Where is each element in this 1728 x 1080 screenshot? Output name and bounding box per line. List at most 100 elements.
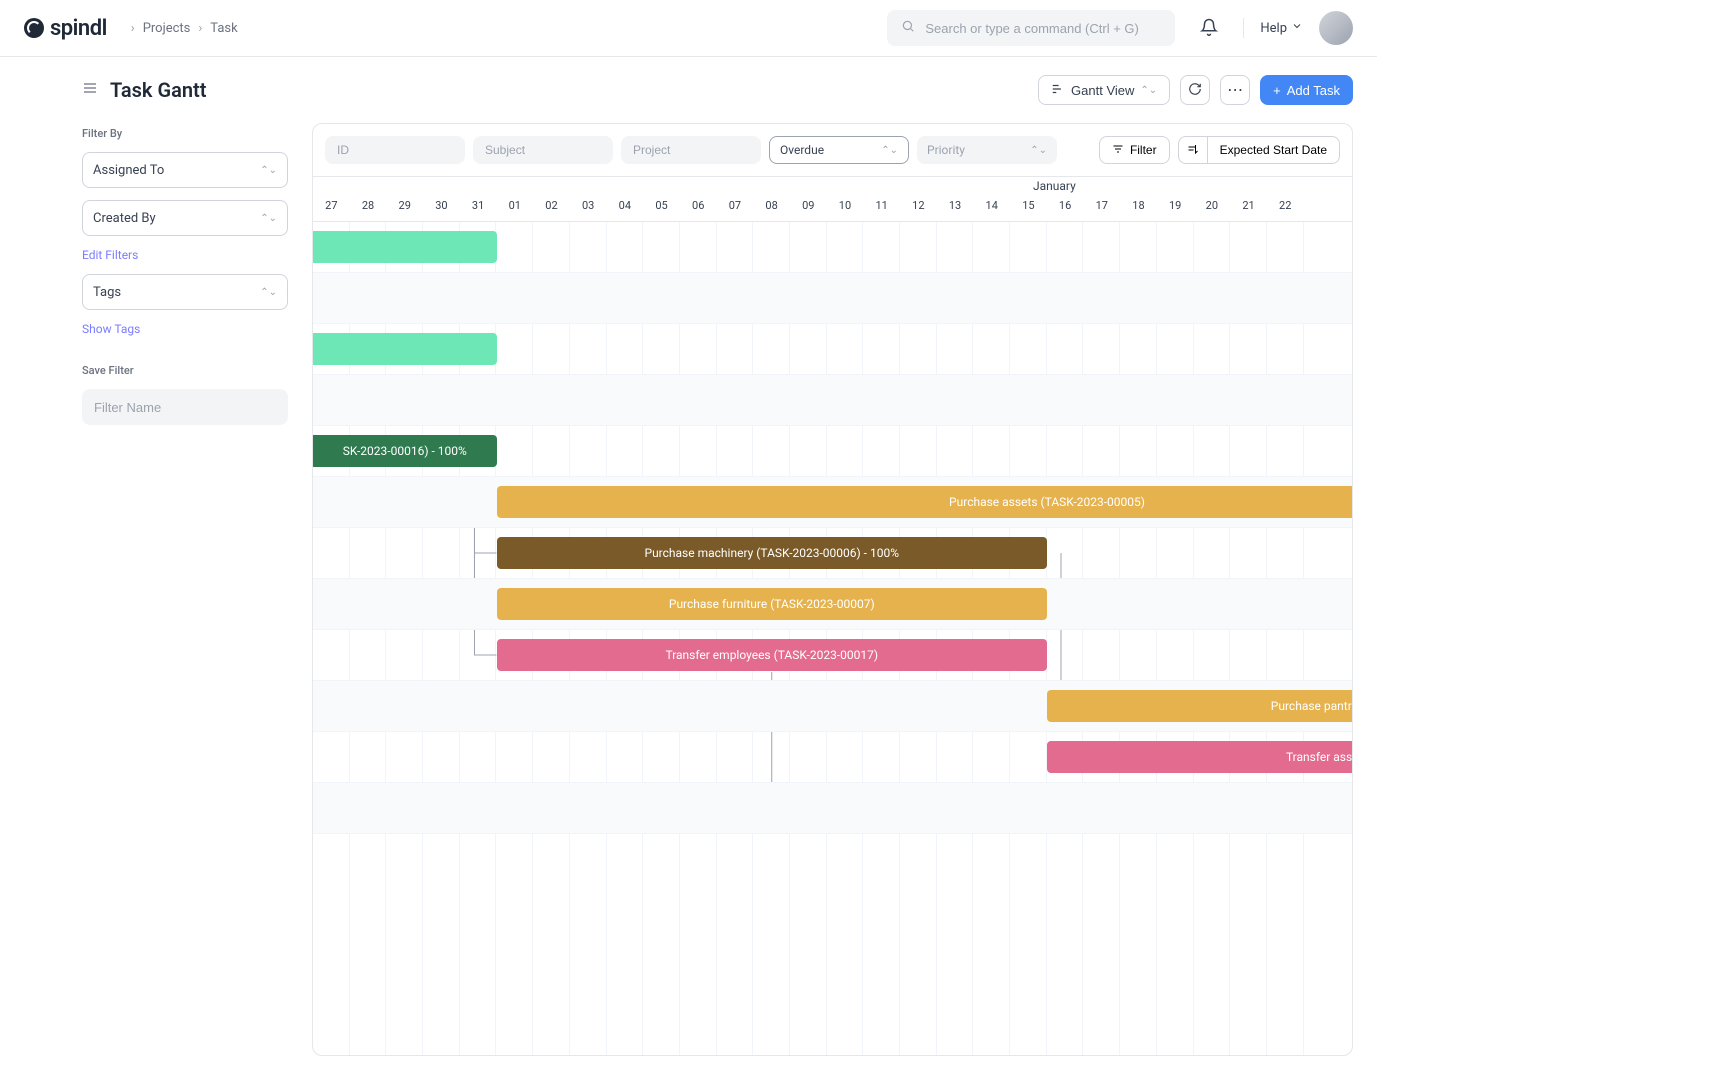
- day-header-cell: 05: [643, 199, 680, 221]
- help-menu[interactable]: Help: [1260, 20, 1303, 36]
- gantt-row: Purchase machinery (TASK-2023-00006) - 1…: [313, 528, 1352, 579]
- day-header-cell: 29: [386, 199, 423, 221]
- refresh-button[interactable]: [1180, 75, 1210, 105]
- gantt-panel: Overdue ⌃⌄ Priority ⌃⌄ Filter: [312, 123, 1353, 1056]
- add-task-label: Add Task: [1287, 83, 1340, 98]
- overdue-label: Overdue: [780, 143, 824, 157]
- gantt-bar[interactable]: Purchase assets (TASK-2023-00005): [497, 486, 1353, 518]
- assigned-to-label: Assigned To: [93, 163, 164, 178]
- day-header-cell: 16: [1047, 199, 1084, 221]
- brand-name: spindl: [50, 16, 107, 41]
- avatar[interactable]: [1319, 11, 1353, 45]
- project-filter-input[interactable]: [621, 136, 761, 164]
- bell-icon: [1200, 18, 1218, 39]
- day-header-cell: 09: [790, 199, 827, 221]
- gantt-row: SK-2023-00016) - 100%: [313, 426, 1352, 477]
- logo[interactable]: spindl: [24, 16, 107, 41]
- gantt-row: Purchase assets (TASK-2023-00005): [313, 477, 1352, 528]
- search-box[interactable]: [887, 10, 1175, 46]
- filter-sidebar: Filter By Assigned To ⌃⌄ Created By ⌃⌄ E…: [82, 123, 288, 1056]
- gantt-bar[interactable]: Transfer employees (TASK-2023-00017): [497, 639, 1048, 671]
- gantt-row: [313, 783, 1352, 834]
- day-header-cell: 04: [607, 199, 644, 221]
- gantt-row: [313, 273, 1352, 324]
- filter-by-label: Filter By: [82, 127, 288, 140]
- priority-select[interactable]: Priority ⌃⌄: [917, 136, 1057, 164]
- day-header-cell: 12: [900, 199, 937, 221]
- separator: [1243, 18, 1244, 38]
- overdue-select[interactable]: Overdue ⌃⌄: [769, 136, 909, 164]
- gantt-icon: [1051, 82, 1065, 99]
- chevron-right-icon: ›: [131, 21, 135, 36]
- breadcrumb-task[interactable]: Task: [210, 21, 237, 36]
- sort-field-label: Expected Start Date: [1220, 143, 1327, 157]
- id-filter-input[interactable]: [325, 136, 465, 164]
- toolbar: Overdue ⌃⌄ Priority ⌃⌄ Filter: [313, 124, 1352, 176]
- select-caret-icon: ⌃⌄: [260, 213, 277, 224]
- filter-icon: [1112, 143, 1124, 158]
- filter-name-input[interactable]: [82, 389, 288, 425]
- month-label: January: [1033, 179, 1076, 193]
- gantt-bar[interactable]: Purchase machinery (TASK-2023-00006) - 1…: [497, 537, 1048, 569]
- edit-filters-link[interactable]: Edit Filters: [82, 248, 288, 262]
- more-button[interactable]: [1220, 75, 1250, 105]
- day-header-cell: 28: [350, 199, 387, 221]
- gantt-bar[interactable]: Purchase furniture (TASK-2023-00007): [497, 588, 1048, 620]
- gantt-row: Purchase pantry eq: [313, 681, 1352, 732]
- search-input[interactable]: [925, 21, 1161, 36]
- gantt-header: January 27282930310102030405060708091011…: [313, 176, 1352, 222]
- day-header-cell: 22: [1267, 199, 1304, 221]
- filter-button-label: Filter: [1130, 143, 1157, 157]
- day-header-cell: 31: [460, 199, 497, 221]
- gantt-bar[interactable]: [313, 333, 497, 365]
- gantt-bar[interactable]: Purchase pantry eq: [1047, 690, 1352, 722]
- breadcrumb-projects[interactable]: Projects: [143, 21, 191, 36]
- sort-direction-button[interactable]: [1178, 136, 1207, 164]
- ellipsis-icon: [1227, 80, 1243, 100]
- show-tags-link[interactable]: Show Tags: [82, 322, 288, 336]
- breadcrumbs: › Projects › Task: [131, 21, 238, 36]
- select-caret-icon: ⌃⌄: [881, 145, 898, 156]
- created-by-label: Created By: [93, 211, 156, 226]
- chevron-down-icon: ⌃⌄: [1140, 85, 1157, 96]
- assigned-to-select[interactable]: Assigned To ⌃⌄: [82, 152, 288, 188]
- sort-field-button[interactable]: Expected Start Date: [1207, 136, 1340, 164]
- gantt-row: Transfer asse: [313, 732, 1352, 783]
- save-filter-label: Save Filter: [82, 364, 288, 377]
- add-task-button[interactable]: + Add Task: [1260, 75, 1353, 105]
- subject-filter-input[interactable]: [473, 136, 613, 164]
- day-header-cell: 10: [827, 199, 864, 221]
- tags-select[interactable]: Tags ⌃⌄: [82, 274, 288, 310]
- gantt-body[interactable]: SK-2023-00016) - 100%Purchase assets (TA…: [313, 222, 1352, 1055]
- day-header-cell: 08: [753, 199, 790, 221]
- refresh-icon: [1188, 82, 1202, 99]
- day-header-cell: 03: [570, 199, 607, 221]
- created-by-select[interactable]: Created By ⌃⌄: [82, 200, 288, 236]
- day-header-cell: 18: [1120, 199, 1157, 221]
- gantt-view-button[interactable]: Gantt View ⌃⌄: [1038, 75, 1170, 105]
- day-header-cell: 17: [1083, 199, 1120, 221]
- gantt-bar[interactable]: [313, 231, 497, 263]
- notifications-button[interactable]: [1191, 10, 1227, 46]
- gantt-bar[interactable]: SK-2023-00016) - 100%: [313, 435, 497, 467]
- filter-button[interactable]: Filter: [1099, 136, 1170, 164]
- gantt-row: [313, 375, 1352, 426]
- day-header-cell: 02: [533, 199, 570, 221]
- gantt-row: Transfer employees (TASK-2023-00017): [313, 630, 1352, 681]
- day-header-cell: 19: [1157, 199, 1194, 221]
- day-header-cell: 13: [937, 199, 974, 221]
- chevron-right-icon: ›: [198, 21, 202, 36]
- plus-icon: +: [1273, 83, 1281, 98]
- topbar: spindl › Projects › Task Help: [0, 0, 1377, 57]
- day-header-cell: 30: [423, 199, 460, 221]
- day-header-cell: 20: [1194, 199, 1231, 221]
- select-caret-icon: ⌃⌄: [1030, 145, 1047, 156]
- sort-button[interactable]: Expected Start Date: [1178, 136, 1340, 164]
- gantt-bar[interactable]: Transfer asse: [1047, 741, 1352, 773]
- gantt-row: [313, 222, 1352, 273]
- day-header-cell: 14: [973, 199, 1010, 221]
- tags-label: Tags: [93, 285, 121, 300]
- sidebar-toggle-icon[interactable]: [82, 80, 98, 100]
- select-caret-icon: ⌃⌄: [260, 287, 277, 298]
- select-caret-icon: ⌃⌄: [260, 165, 277, 176]
